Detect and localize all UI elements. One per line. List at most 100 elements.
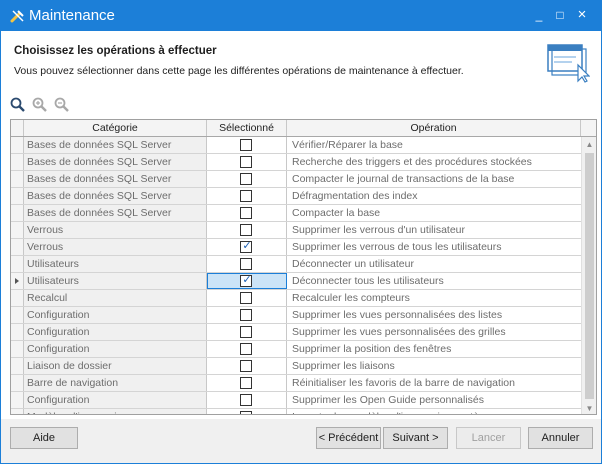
- select-checkbox[interactable]: [240, 173, 252, 185]
- row-indicator: [11, 273, 24, 289]
- cell-operation: Supprimer les liaisons: [292, 360, 395, 372]
- cell-category: Modèles d'impression: [24, 409, 207, 414]
- cell-category: Verrous: [24, 239, 207, 255]
- maximize-button[interactable]: □: [549, 5, 571, 25]
- zoom-out-icon[interactable]: [54, 97, 70, 113]
- cell-operation: Recherche des triggers et des procédures…: [292, 156, 532, 168]
- scroll-up-icon[interactable]: ▲: [582, 137, 596, 152]
- cell-selected: [207, 392, 287, 408]
- cell-operation: Recalculer les compteurs: [292, 292, 410, 304]
- cell-category: Bases de données SQL Server: [24, 188, 207, 204]
- launch-button[interactable]: Lancer: [456, 427, 521, 449]
- cell-category: Liaison de dossier: [24, 358, 207, 374]
- table-row[interactable]: Bases de données SQL Server Défragmentati…: [11, 188, 581, 205]
- table-row[interactable]: Bases de données SQL Server Vérifier/Répa…: [11, 137, 581, 154]
- row-indicator: [11, 409, 24, 414]
- wizard-footer: Aide < Précédent Suivant > Lancer Annule…: [1, 419, 601, 463]
- close-button[interactable]: ×: [571, 5, 593, 25]
- page-title: Choisissez les opérations à effectuer: [14, 45, 217, 57]
- column-header-operation[interactable]: Opération: [287, 120, 581, 136]
- select-checkbox[interactable]: [240, 156, 252, 168]
- row-indicator: [11, 290, 24, 306]
- grid-header: Catégorie Sélectionné Opération: [11, 120, 596, 137]
- maintenance-window: Maintenance _ □ × Choisissez les opérati…: [0, 0, 602, 464]
- table-row[interactable]: Bases de données SQL Server Recherche des…: [11, 154, 581, 171]
- cell-selected: [207, 409, 287, 414]
- cell-operation: Réinitialiser les favoris de la barre de…: [292, 377, 515, 389]
- select-checkbox[interactable]: [240, 139, 252, 151]
- cell-operation: Supprimer les vues personnalisées des li…: [292, 309, 503, 321]
- title-bar[interactable]: Maintenance _ □ ×: [1, 1, 601, 31]
- select-checkbox[interactable]: [240, 394, 252, 406]
- minimize-button[interactable]: _: [528, 5, 550, 25]
- table-row[interactable]: Recalcul Recalculer les compteurs: [11, 290, 581, 307]
- select-checkbox[interactable]: [240, 309, 252, 321]
- check-icon: ✓: [242, 240, 252, 252]
- column-header-category[interactable]: Catégorie: [24, 120, 207, 136]
- table-row[interactable]: Verrous ✓ Supprimer les verrous de tous le…: [11, 239, 581, 256]
- cell-selected: [207, 222, 287, 238]
- cell-category: Recalcul: [24, 290, 207, 306]
- select-checkbox[interactable]: [240, 377, 252, 389]
- table-row[interactable]: Utilisateurs ✓ Déconnecter tous les utilis…: [11, 273, 581, 290]
- cell-category: Utilisateurs: [24, 273, 207, 289]
- cancel-button[interactable]: Annuler: [528, 427, 593, 449]
- grid-rows: Bases de données SQL Server Vérifier/Répa…: [11, 137, 581, 414]
- select-checkbox[interactable]: [240, 360, 252, 372]
- cell-operation: Supprimer les vues personnalisées des gr…: [292, 326, 506, 338]
- cell-operation: Défragmentation des index: [292, 190, 418, 202]
- help-button[interactable]: Aide: [10, 427, 78, 449]
- table-row[interactable]: Liaison de dossier Supprimer les liaisons: [11, 358, 581, 375]
- table-row[interactable]: Modèles d'impression Importer les modèles…: [11, 409, 581, 414]
- zoom-in-icon[interactable]: [32, 97, 48, 113]
- table-row[interactable]: Barre de navigation Réinitialiser les fav…: [11, 375, 581, 392]
- cell-operation: Supprimer les verrous de tous les utilis…: [292, 241, 502, 253]
- cell-selected: [207, 154, 287, 170]
- select-checkbox[interactable]: ✓: [240, 240, 252, 253]
- next-button[interactable]: Suivant >: [383, 427, 448, 449]
- window-title: Maintenance: [29, 7, 115, 24]
- table-row[interactable]: Configuration Supprimer les vues personna…: [11, 307, 581, 324]
- select-checkbox[interactable]: [240, 326, 252, 338]
- cell-operation: Supprimer les verrous d'un utilisateur: [292, 224, 465, 236]
- table-row[interactable]: Utilisateurs Déconnecter un utilisateur: [11, 256, 581, 273]
- vertical-scrollbar[interactable]: ▲ ▼: [581, 137, 596, 414]
- select-checkbox[interactable]: [240, 224, 252, 236]
- row-indicator: [11, 392, 24, 408]
- cell-operation: Vérifier/Réparer la base: [292, 139, 403, 151]
- row-indicator: [11, 188, 24, 204]
- previous-button[interactable]: < Précédent: [316, 427, 381, 449]
- page-subtitle: Vous pouvez sélectionner dans cette page…: [14, 65, 464, 77]
- select-checkbox[interactable]: [240, 190, 252, 202]
- scroll-down-icon[interactable]: ▼: [582, 401, 596, 414]
- table-row[interactable]: Configuration Supprimer les Open Guide pe…: [11, 392, 581, 409]
- row-indicator: [11, 171, 24, 187]
- select-checkbox[interactable]: ✓: [240, 274, 252, 287]
- cell-selected: [207, 205, 287, 221]
- zoom-icon[interactable]: [10, 97, 26, 113]
- cell-category: Verrous: [24, 222, 207, 238]
- select-checkbox[interactable]: [240, 292, 252, 304]
- row-indicator: [11, 222, 24, 238]
- table-row[interactable]: Configuration Supprimer les vues personna…: [11, 324, 581, 341]
- select-checkbox[interactable]: [240, 258, 252, 270]
- row-indicator: [11, 137, 24, 153]
- scroll-thumb[interactable]: [585, 153, 594, 399]
- select-checkbox[interactable]: [240, 343, 252, 355]
- cell-category: Barre de navigation: [24, 375, 207, 391]
- table-row[interactable]: Bases de données SQL Server Compacter la …: [11, 205, 581, 222]
- cell-operation: Supprimer les Open Guide personnalisés: [292, 394, 485, 406]
- cell-category: Configuration: [24, 324, 207, 340]
- cell-category: Configuration: [24, 392, 207, 408]
- content-area: Catégorie Sélectionné Opération Bases de…: [1, 91, 601, 419]
- column-header-selected[interactable]: Sélectionné: [207, 120, 287, 136]
- select-checkbox[interactable]: [240, 207, 252, 219]
- table-row[interactable]: Bases de données SQL Server Compacter le …: [11, 171, 581, 188]
- operations-grid: Catégorie Sélectionné Opération Bases de…: [10, 119, 597, 415]
- table-row[interactable]: Verrous Supprimer les verrous d'un utilis…: [11, 222, 581, 239]
- table-row[interactable]: Configuration Supprimer la position des f…: [11, 341, 581, 358]
- select-checkbox[interactable]: [240, 411, 252, 414]
- window-cursor-icon: [547, 44, 590, 83]
- current-row-arrow-icon: [15, 278, 19, 284]
- cell-category: Utilisateurs: [24, 256, 207, 272]
